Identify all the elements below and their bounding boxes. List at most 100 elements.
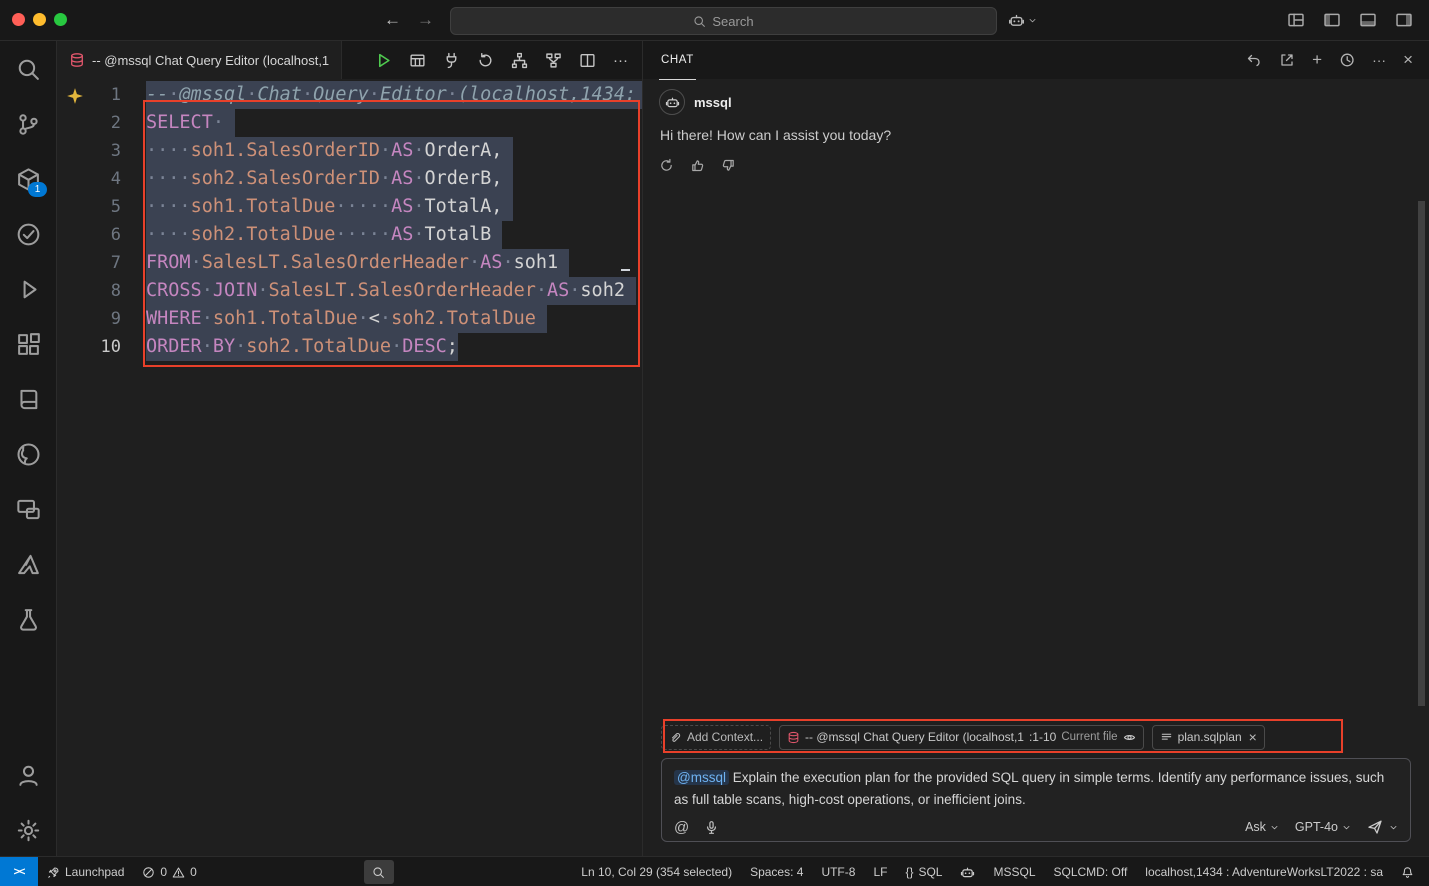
chat-tab[interactable]: CHAT bbox=[659, 41, 696, 80]
remote-icon: >< bbox=[14, 866, 25, 878]
mention-context-icon[interactable]: @ bbox=[674, 820, 689, 835]
estimated-plan-icon[interactable] bbox=[477, 52, 494, 69]
problems-status-item[interactable]: 0 0 bbox=[133, 857, 205, 886]
connection-status[interactable]: localhost,1434 : AdventureWorksLT2022 : … bbox=[1136, 857, 1392, 886]
send-icon[interactable] bbox=[1367, 819, 1383, 835]
sqlcmd-status[interactable]: SQLCMD: Off bbox=[1045, 857, 1137, 886]
eol-status[interactable]: LF bbox=[864, 857, 896, 886]
sqlcmd-label: SQLCMD: Off bbox=[1054, 865, 1128, 879]
line-number[interactable]: 2 bbox=[57, 109, 146, 137]
actual-plan-icon[interactable] bbox=[545, 52, 562, 69]
code-line-4[interactable]: 4····soh2.SalesOrderID·AS·OrderB, bbox=[57, 165, 642, 193]
copilot-status[interactable] bbox=[951, 857, 984, 886]
close-window-button[interactable] bbox=[12, 13, 25, 26]
code-line-3[interactable]: 3····soh1.SalesOrderID·AS·OrderA, bbox=[57, 137, 642, 165]
activity-search-icon[interactable] bbox=[12, 53, 44, 85]
line-number[interactable]: 5 bbox=[57, 193, 146, 221]
line-number[interactable]: 8 bbox=[57, 277, 146, 305]
editor-tab[interactable]: -- @mssql Chat Query Editor (localhost,1 bbox=[57, 41, 342, 79]
zoom-status-item[interactable] bbox=[364, 860, 394, 884]
run-query-icon[interactable] bbox=[375, 52, 392, 69]
activity-remote-explorer-icon[interactable]: 1 bbox=[12, 163, 44, 195]
activity-book-icon[interactable] bbox=[12, 383, 44, 415]
activity-database-projects-icon[interactable] bbox=[12, 603, 44, 635]
line-number[interactable]: 10 bbox=[57, 333, 146, 361]
add-context-button[interactable]: Add Context... bbox=[661, 725, 771, 750]
chat-prompt[interactable]: @mssql Explain the execution plan for th… bbox=[674, 767, 1398, 811]
thumbs-down-icon[interactable] bbox=[721, 158, 736, 173]
chat-panel: CHAT + ··· × mssql Hi there! How bbox=[643, 41, 1429, 856]
toggle-panel-icon[interactable] bbox=[1359, 11, 1377, 29]
thumbs-up-icon[interactable] bbox=[690, 158, 705, 173]
query-plan-hierarchy-icon[interactable] bbox=[511, 52, 528, 69]
command-center-search[interactable]: Search bbox=[450, 7, 997, 35]
encoding-status[interactable]: UTF-8 bbox=[812, 857, 864, 886]
chat-history-icon[interactable] bbox=[1339, 52, 1355, 68]
activity-source-control-icon[interactable] bbox=[12, 108, 44, 140]
model-dropdown[interactable]: GPT-4o bbox=[1295, 820, 1351, 834]
line-number[interactable]: 6 bbox=[57, 221, 146, 249]
current-file-context-chip[interactable]: -- @mssql Chat Query Editor (localhost,1… bbox=[779, 725, 1144, 750]
chevron-down-icon bbox=[1270, 823, 1279, 832]
code-line-1[interactable]: 1--·@mssql·Chat·Query·Editor·(localhost,… bbox=[57, 81, 642, 109]
code-line-5[interactable]: 5····soh1.TotalDue·····AS·TotalA, bbox=[57, 193, 642, 221]
activity-remote-windows-icon[interactable] bbox=[12, 493, 44, 525]
navigate-back-icon[interactable]: ← bbox=[384, 10, 401, 30]
code-editor[interactable]: 1--·@mssql·Chat·Query·Editor·(localhost,… bbox=[57, 79, 642, 856]
undo-icon[interactable] bbox=[1246, 52, 1262, 68]
line-number[interactable]: 4 bbox=[57, 165, 146, 193]
selected-code-text: FROM·SalesLT.SalesOrderHeader·AS·soh1 bbox=[146, 249, 569, 277]
line-number[interactable]: 7 bbox=[57, 249, 146, 277]
connect-plug-icon[interactable] bbox=[443, 52, 460, 69]
open-chat-in-editor-icon[interactable] bbox=[1279, 52, 1295, 68]
notifications-status[interactable] bbox=[1392, 857, 1423, 886]
chat-input-box[interactable]: @mssql Explain the execution plan for th… bbox=[661, 758, 1411, 842]
activity-run-debug-icon[interactable] bbox=[12, 273, 44, 305]
chat-scrollbar[interactable] bbox=[1418, 201, 1425, 706]
code-line-6[interactable]: 6····soh2.TotalDue·····AS·TotalB bbox=[57, 221, 642, 249]
toggle-secondary-sidebar-icon[interactable] bbox=[1395, 11, 1413, 29]
plan-file-chip[interactable]: plan.sqlplan × bbox=[1152, 725, 1265, 750]
code-line-7[interactable]: 7FROM·SalesLT.SalesOrderHeader·AS·soh1 bbox=[57, 249, 642, 277]
copilot-titlebar-button[interactable] bbox=[1008, 7, 1037, 33]
new-chat-icon[interactable]: + bbox=[1312, 52, 1322, 68]
send-options-chevron-icon[interactable] bbox=[1389, 823, 1398, 832]
activity-azure-icon[interactable] bbox=[12, 548, 44, 580]
toggle-primary-sidebar-icon[interactable] bbox=[1323, 11, 1341, 29]
split-editor-icon[interactable] bbox=[579, 52, 596, 69]
code-line-8[interactable]: 8CROSS·JOIN·SalesLT.SalesOrderHeader·AS·… bbox=[57, 277, 642, 305]
indentation-status[interactable]: Spaces: 4 bbox=[741, 857, 812, 886]
more-actions-icon[interactable]: ··· bbox=[613, 52, 628, 69]
customize-layout-icon[interactable] bbox=[1287, 11, 1305, 29]
close-chat-icon[interactable]: × bbox=[1403, 52, 1413, 68]
mssql-status[interactable]: MSSQL bbox=[984, 857, 1044, 886]
activity-extensions-icon[interactable] bbox=[12, 328, 44, 360]
copilot-sparkle-icon[interactable] bbox=[66, 87, 84, 105]
line-number[interactable]: 9 bbox=[57, 305, 146, 333]
editor-tab-title: -- @mssql Chat Query Editor (localhost,1 bbox=[92, 53, 329, 68]
results-grid-icon[interactable] bbox=[409, 52, 426, 69]
activity-testing-icon[interactable] bbox=[12, 218, 44, 250]
language-status[interactable]: {} SQL bbox=[896, 857, 951, 886]
remote-indicator[interactable]: >< bbox=[0, 857, 38, 886]
settings-gear-icon[interactable] bbox=[12, 814, 44, 846]
remove-chip-icon[interactable]: × bbox=[1249, 729, 1257, 745]
launchpad-status-item[interactable]: Launchpad bbox=[38, 857, 133, 886]
traffic-lights bbox=[12, 13, 67, 26]
chat-tab-label: CHAT bbox=[661, 54, 694, 66]
eye-icon[interactable] bbox=[1123, 731, 1136, 744]
code-line-10[interactable]: 10ORDER·BY·soh2.TotalDue·DESC; bbox=[57, 333, 642, 361]
maximize-window-button[interactable] bbox=[54, 13, 67, 26]
activity-github-icon[interactable] bbox=[12, 438, 44, 470]
minimize-window-button[interactable] bbox=[33, 13, 46, 26]
line-number[interactable]: 3 bbox=[57, 137, 146, 165]
code-line-9[interactable]: 9WHERE·soh1.TotalDue·<·soh2.TotalDue bbox=[57, 305, 642, 333]
accounts-icon[interactable] bbox=[12, 759, 44, 791]
mode-dropdown[interactable]: Ask bbox=[1245, 820, 1279, 834]
chat-more-actions-icon[interactable]: ··· bbox=[1372, 52, 1386, 68]
code-line-2[interactable]: 2SELECT· bbox=[57, 109, 642, 137]
navigate-forward-icon[interactable]: → bbox=[417, 10, 434, 30]
regenerate-icon[interactable] bbox=[659, 158, 674, 173]
microphone-icon[interactable] bbox=[704, 820, 719, 835]
cursor-position-status[interactable]: Ln 10, Col 29 (354 selected) bbox=[572, 857, 741, 886]
